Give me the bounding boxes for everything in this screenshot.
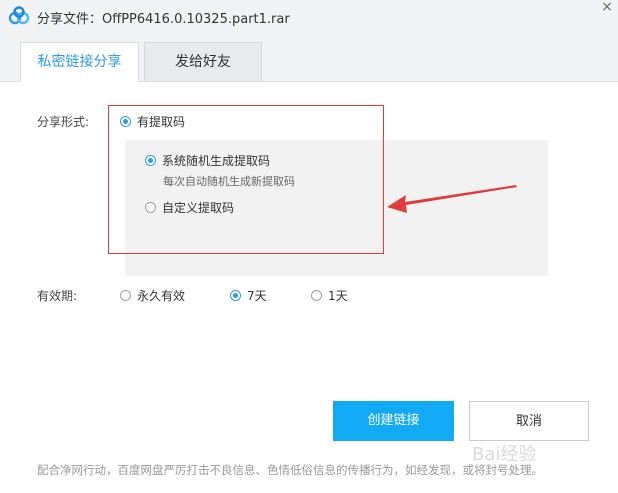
watermark: Bai经验 [472,444,537,465]
annotation-arrow-icon [387,185,517,213]
cancel-button[interactable]: 取消 [469,401,589,441]
tab-bar: 私密链接分享 发给好友 [0,33,618,82]
validity-label: 有效期: [37,289,78,303]
close-icon[interactable]: × [598,0,616,16]
radio-selected-icon [230,290,241,301]
title-bar: 分享文件：OffPP6416.0.10325.part1.rar × [0,0,618,33]
create-link-button[interactable]: 创建链接 [333,401,454,441]
radio-unselected-icon [120,290,131,301]
radio-label: 永久有效 [137,289,186,303]
tab-send-to-friend[interactable]: 发给好友 [144,42,262,81]
window-title: 分享文件：OffPP6416.0.10325.part1.rar [37,12,290,27]
radio-unselected-icon [311,290,322,301]
annotation-highlight-box [108,105,384,254]
radio-validity-forever[interactable]: 永久有效 [120,287,185,304]
radio-label: 1天 [328,289,348,303]
share-form-label: 分享形式: [37,115,90,129]
radio-label: 7天 [247,289,267,303]
radio-validity-7-days[interactable]: 7天 [230,287,267,304]
radio-validity-1-day[interactable]: 1天 [311,287,348,304]
policy-notice: 配合净网行动，百度网盘严厉打击不良信息、色情低俗信息的传播行为，如经发现，或将封… [37,463,543,477]
tab-private-link-share[interactable]: 私密链接分享 [20,42,139,82]
baidu-netdisk-logo-icon [8,6,30,25]
